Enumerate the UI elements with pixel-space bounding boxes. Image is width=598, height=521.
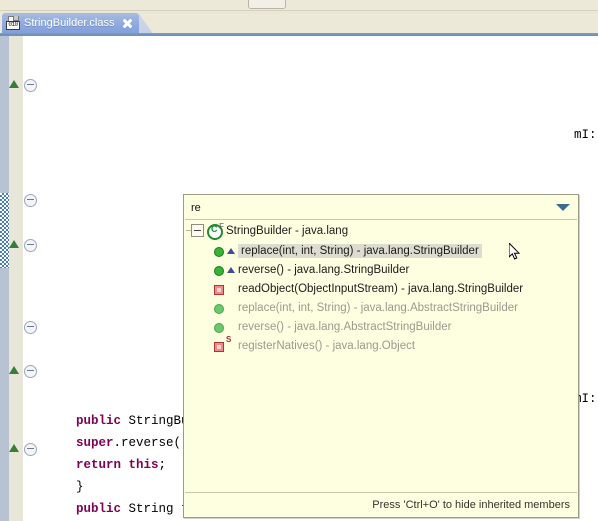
chrome-divider <box>0 10 598 11</box>
override-marker-icon <box>9 444 20 452</box>
fold-collapse-icon[interactable] <box>24 239 37 252</box>
proposal-label: registerNatives() - java.lang.Object <box>238 339 416 352</box>
class-file-icon: 010 <box>6 16 20 30</box>
proposal-label: reverse() - java.lang.StringBuilder <box>238 263 410 276</box>
proposal-item[interactable]: reverse() - java.lang.AbstractStringBuil… <box>185 317 577 336</box>
override-marker-icon <box>9 240 20 248</box>
code-line: public StringBu <box>76 414 189 428</box>
class-icon: F <box>206 221 224 240</box>
mouse-pointer <box>509 243 521 261</box>
proposal-label: reverse() - java.lang.AbstractStringBuil… <box>238 320 452 333</box>
fold-collapse-icon[interactable] <box>24 79 37 92</box>
close-icon[interactable] <box>122 18 133 29</box>
annotation-ruler[interactable] <box>0 36 9 521</box>
editor-tab-stringbuilder[interactable]: 010 StringBuilder.class <box>2 13 139 33</box>
public-method-icon <box>212 320 225 333</box>
code-line: super.reverse() <box>76 436 189 450</box>
proposal-item[interactable]: reverse() - java.lang.StringBuilder <box>185 260 577 279</box>
icon-spacer <box>226 282 236 295</box>
proposal-label: readObject(ObjectInputStream) - java.lan… <box>238 282 524 295</box>
code-overflow-fragment: mI: <box>574 128 597 142</box>
static-icon <box>226 335 236 352</box>
fold-collapse-icon[interactable] <box>24 194 37 207</box>
editor-tab-label: StringBuilder.class <box>24 17 115 29</box>
content-assist-status-bar: Press 'Ctrl+O' to hide inherited members <box>185 492 577 516</box>
override-icon <box>226 263 236 276</box>
icon-spacer <box>226 320 236 333</box>
collapse-icon[interactable] <box>186 224 204 237</box>
code-line: return this; <box>76 458 167 472</box>
proposal-label: replace(int, int, String) - java.lang.St… <box>238 243 482 258</box>
icon-spacer <box>226 301 236 314</box>
code-editor[interactable]: * @throws NullPointerException {@inherit… <box>0 33 598 521</box>
override-marker-icon <box>9 80 20 88</box>
content-assist-status-text: Press 'Ctrl+O' to hide inherited members <box>372 498 570 511</box>
proposal-item[interactable]: readObject(ObjectInputStream) - java.lan… <box>185 279 577 298</box>
public-method-icon <box>212 263 225 276</box>
code-line: } <box>46 480 84 494</box>
public-method-icon <box>212 301 225 314</box>
class-badge-f: F <box>219 221 224 231</box>
window-chrome-strip <box>0 0 598 13</box>
folding-ruler[interactable] <box>9 36 39 521</box>
proposal-item[interactable]: replace(int, int, String) - java.lang.Ab… <box>185 298 577 317</box>
proposal-group-label: StringBuilder - java.lang <box>226 224 349 237</box>
chevron-down-icon[interactable] <box>556 204 570 211</box>
proposal-item[interactable]: registerNatives() - java.lang.Object <box>185 335 577 355</box>
occurrence-annotation-band <box>0 193 9 268</box>
eclipse-editor-window: 010 StringBuilder.class public StringBu … <box>0 0 598 521</box>
public-method-icon <box>212 244 225 257</box>
fold-collapse-icon[interactable] <box>24 443 37 456</box>
private-method-icon <box>212 339 225 352</box>
filter-input-value[interactable]: re <box>185 202 201 214</box>
editor-tab-bar: 010 StringBuilder.class <box>0 13 598 33</box>
content-assist-filter[interactable]: re <box>185 196 577 220</box>
toolbar-button-partial[interactable] <box>248 0 286 9</box>
override-marker-icon <box>9 366 20 374</box>
fold-collapse-icon[interactable] <box>24 321 37 334</box>
proposal-label: replace(int, int, String) - java.lang.Ab… <box>238 301 518 314</box>
proposal-group-root[interactable]: F StringBuilder - java.lang <box>185 220 577 241</box>
fold-collapse-icon[interactable] <box>24 365 37 378</box>
override-icon <box>226 244 236 257</box>
private-method-icon <box>212 282 225 295</box>
